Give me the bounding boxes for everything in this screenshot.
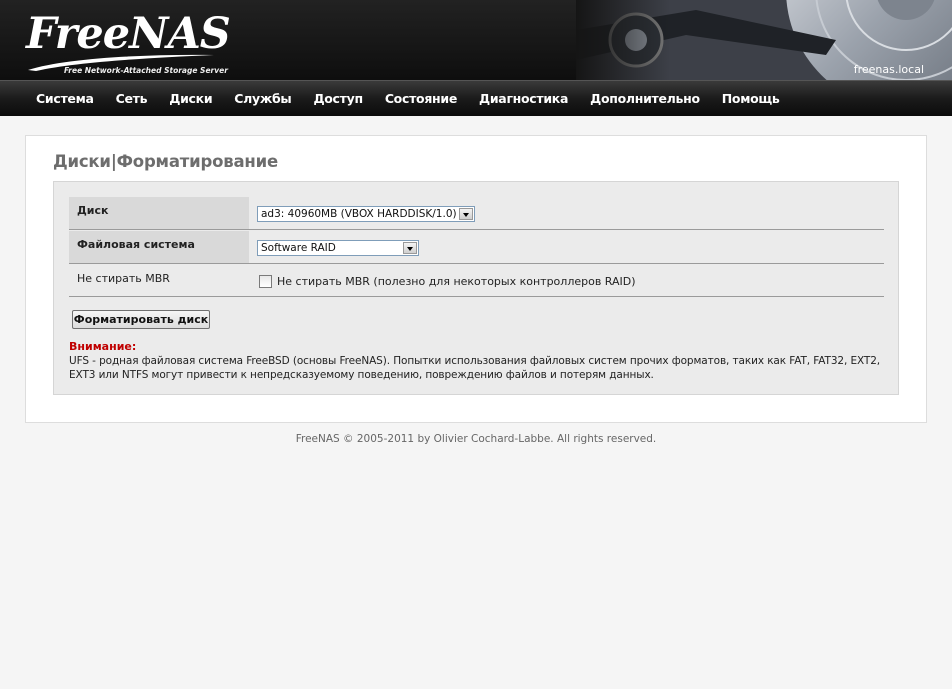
nav-item-advanced[interactable]: Дополнительно [579,81,711,117]
filesystem-label: Файловая система [69,231,249,263]
mbr-checkbox[interactable] [259,275,272,288]
filesystem-select[interactable]: Software RAID [257,240,419,256]
content-frame: Диски|Форматирование Диск ad3: 40960MB (… [25,135,927,423]
mbr-checkbox-label[interactable]: Не стирать MBR (полезно для некоторых ко… [277,275,636,288]
nav-item-system[interactable]: Система [25,81,105,117]
filesystem-row: Файловая система Software RAID [69,231,884,264]
title-page: Форматирование [116,152,279,171]
filesystem-select-value: Software RAID [261,242,336,254]
dropdown-arrow-icon[interactable] [403,242,417,254]
nav-item-network[interactable]: Сеть [105,81,159,117]
format-disk-button[interactable]: Форматировать диск [72,310,210,329]
disk-select-value: ad3: 40960MB (VBOX HARDDISK/1.0) [261,208,457,220]
disk-row: Диск ad3: 40960MB (VBOX HARDDISK/1.0) [69,197,884,230]
mbr-field: Не стирать MBR (полезно для некоторых ко… [249,265,884,297]
nav-item-access[interactable]: Доступ [302,81,373,117]
logo-tagline: Free Network-Attached Storage Server [64,66,228,75]
nav-item-disks[interactable]: Диски [158,81,223,117]
footer: FreeNAS © 2005-2011 by Olivier Cochard-L… [0,433,952,445]
header: FreeNAS Free Network-Attached Storage Se… [0,0,952,80]
warning-title: Внимание: [69,340,137,353]
freenas-logo[interactable]: FreeNAS Free Network-Attached Storage Se… [26,6,231,78]
footer-copyright[interactable]: FreeNAS © 2005-2011 by Olivier Cochard-L… [296,433,657,445]
nav-item-status[interactable]: Состояние [374,81,468,117]
disk-select[interactable]: ad3: 40960MB (VBOX HARDDISK/1.0) [257,206,475,222]
disk-field: ad3: 40960MB (VBOX HARDDISK/1.0) [249,197,884,229]
title-section-link[interactable]: Диски [53,152,111,171]
nav-item-services[interactable]: Службы [223,81,302,117]
mbr-row: Не стирать MBR Не стирать MBR (полезно д… [69,265,884,297]
nav-item-diagnostics[interactable]: Диагностика [468,81,579,117]
nav-item-help[interactable]: Помощь [711,81,791,117]
nav-list: Система Сеть Диски Службы Доступ Состоян… [25,81,791,117]
main-nav: Система Сеть Диски Службы Доступ Состоян… [0,80,952,116]
disk-label: Диск [69,197,249,229]
hostname: freenas.local [853,63,924,76]
format-form: Диск ad3: 40960MB (VBOX HARDDISK/1.0) Фа… [53,181,899,395]
mbr-label: Не стирать MBR [77,272,170,285]
filesystem-field: Software RAID [249,231,884,263]
warning-text: UFS - родная файловая система FreeBSD (о… [69,355,881,381]
page-title: Диски|Форматирование [53,152,278,171]
dropdown-arrow-icon[interactable] [459,208,473,220]
